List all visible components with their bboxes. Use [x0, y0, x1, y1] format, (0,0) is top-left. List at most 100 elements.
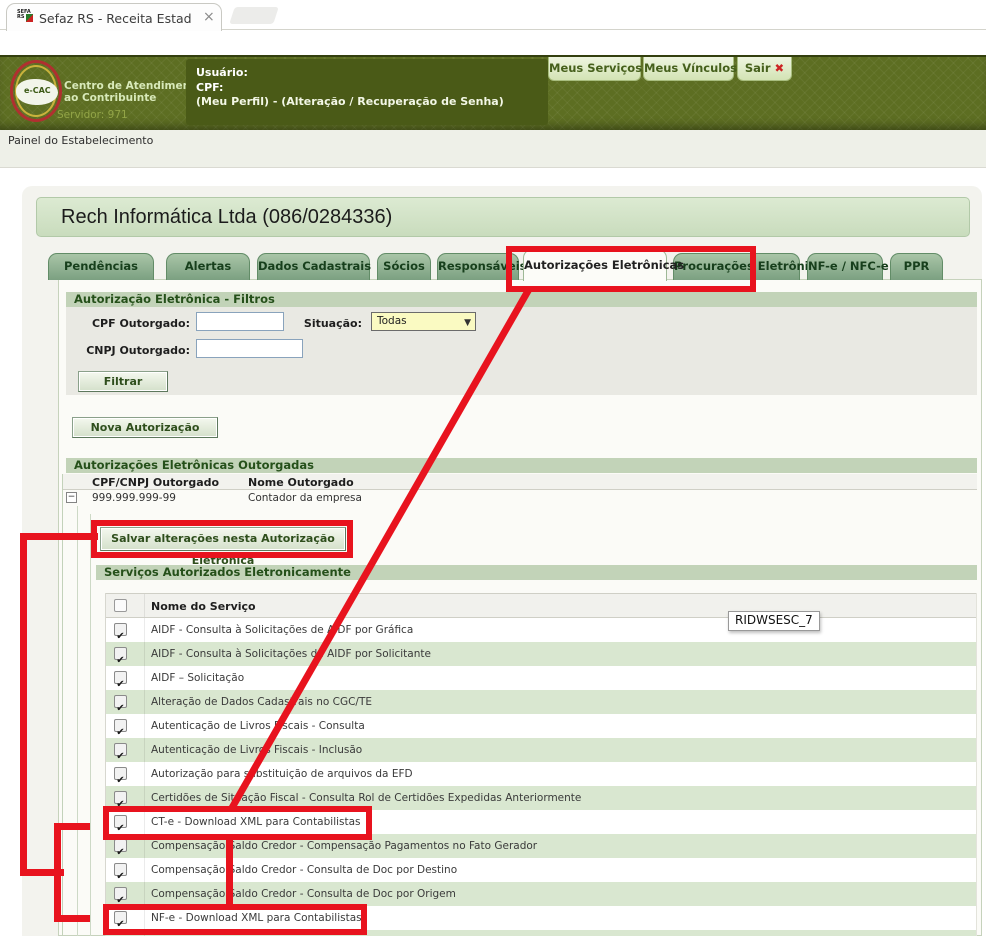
col-cpf-cnpj-outorgado: CPF/CNPJ Outorgado	[92, 476, 219, 489]
tab-socios[interactable]: Sócios	[377, 253, 431, 280]
tree-line	[90, 514, 91, 936]
tab-close-icon[interactable]: ×	[203, 9, 215, 25]
tree-line	[62, 474, 63, 936]
service-row: ✔ Autenticação de Livros Fiscais - Inclu…	[106, 738, 976, 762]
site-header: e-CAC Centro de Atendimento ao Contribui…	[0, 55, 986, 130]
servidor-label: Servidor: 971	[57, 109, 128, 121]
browser-urlbar: ← → ↻ ⌂ https://www.sefaz.rs.gov.br/Rece…	[0, 30, 986, 55]
col-nome-outorgado: Nome Outorgado	[248, 476, 354, 489]
service-row: ✔ NF-e - Download XML para Contabilistas	[106, 906, 976, 930]
tooltip: RIDWSESC_7	[728, 611, 820, 631]
check-icon: ✔	[116, 631, 124, 642]
service-checkbox[interactable]: ✔	[114, 815, 127, 828]
tab-dados-cadastrais[interactable]: Dados Cadastrais	[257, 253, 370, 280]
new-tab-button[interactable]	[229, 7, 279, 24]
check-icon: ✔	[116, 847, 124, 858]
service-row: ✔ AIDF - Consulta à Solicitações de AIDF…	[106, 642, 976, 666]
service-checkbox[interactable]: ✔	[114, 887, 127, 900]
service-checkbox[interactable]: ✔	[114, 647, 127, 660]
check-icon: ✔	[116, 895, 124, 906]
meus-vinculos-button[interactable]: Meus Vínculos	[643, 57, 734, 81]
service-row: ✔ AIDF – Solicitação	[106, 666, 976, 690]
tab-nfe-nfce[interactable]: NF-e / NFC-e	[807, 253, 883, 280]
browser-tabstrip: SEFA RS Sefaz RS - Receita Estadua ×	[0, 0, 986, 30]
service-row: ✔ CT-e - Download XML para Contabilistas	[106, 810, 976, 834]
servicos-table-header: Nome do Serviço	[106, 593, 976, 618]
service-checkbox[interactable]: ✔	[114, 911, 127, 924]
service-checkbox[interactable]: ✔	[114, 863, 127, 876]
tab-alertas[interactable]: Alertas	[166, 253, 250, 280]
breadcrumb-label: Painel do Estabelecimento	[8, 134, 153, 147]
breadcrumb: Painel do Estabelecimento	[0, 130, 986, 168]
check-icon: ✔	[116, 679, 124, 690]
service-row: ✔ Compensação Saldo Credor - Consulta de…	[106, 882, 976, 906]
check-icon: ✔	[116, 919, 124, 930]
usuario-label: Usuário:	[196, 66, 538, 81]
col-nome-do-servico: Nome do Serviço	[151, 594, 256, 619]
check-icon: ✔	[116, 727, 124, 738]
meus-servicos-button[interactable]: Meus Serviços	[548, 57, 641, 81]
outorgado-cpf-cell: 999.999.999-99	[92, 492, 176, 504]
check-icon: ✔	[116, 655, 124, 666]
situacao-select[interactable]: Todas ▼	[371, 312, 476, 331]
tab-autorizacoes-eletronicas[interactable]: Autorizações Eletrônicas	[523, 249, 667, 281]
sair-x-icon: ✖	[775, 61, 785, 75]
browser-tab-title: Sefaz RS - Receita Estadua	[39, 11, 191, 26]
service-row: ✔ Autenticação de Livros Fiscais - Consu…	[106, 714, 976, 738]
cnpj-outorgado-label: CNPJ Outorgado:	[60, 344, 190, 357]
service-row: ✔ Autorização para substituição de arqui…	[106, 762, 976, 786]
org-name-line2: ao Contribuinte	[64, 92, 156, 104]
servicos-table: Nome do Serviço ✔ AIDF - Consulta à Soli…	[105, 593, 977, 936]
service-checkbox[interactable]: ✔	[114, 695, 127, 708]
service-checkbox[interactable]: ✔	[114, 671, 127, 684]
check-icon: ✔	[116, 799, 124, 810]
perfil-links[interactable]: (Meu Perfil) - (Alteração / Recuperação …	[196, 95, 538, 110]
cpf-outorgado-input[interactable]	[196, 312, 284, 331]
user-info-panel: Usuário: CPF: (Meu Perfil) - (Alteração …	[186, 59, 548, 125]
salvar-alteracoes-button[interactable]: Salvar alterações nesta Autorização Elet…	[100, 527, 346, 551]
cpf-outorgado-label: CPF Outorgado:	[60, 317, 190, 330]
browser-tab[interactable]: SEFA RS Sefaz RS - Receita Estadua ×	[6, 3, 222, 31]
check-icon: ✔	[116, 871, 124, 882]
filtrar-button[interactable]: Filtrar	[78, 371, 168, 392]
service-checkbox[interactable]: ✔	[114, 839, 127, 852]
service-row: ✔ Certidões de Situação Fiscal - Consult…	[106, 786, 976, 810]
cnpj-outorgado-input[interactable]	[196, 339, 303, 358]
tab-pendencias[interactable]: Pendências	[48, 253, 154, 280]
service-row: ✔ Alteração de Dados Cadastrais no CGC/T…	[106, 690, 976, 714]
chevron-down-icon: ▼	[464, 315, 471, 332]
service-row-partial	[106, 930, 976, 936]
service-checkbox[interactable]: ✔	[114, 767, 127, 780]
ecac-logo-text: e-CAC	[24, 86, 51, 95]
collapse-row-icon[interactable]: −	[66, 492, 77, 503]
tab-responsaveis[interactable]: Responsáveis	[437, 253, 519, 280]
tree-line	[77, 506, 78, 936]
servicos-section-header: Serviços Autorizados Eletronicamente	[96, 565, 977, 580]
situacao-selected-value: Todas	[377, 315, 407, 327]
sefaz-favicon-icon: SEFA RS	[17, 10, 33, 26]
org-name-line1: Centro de Atendimento	[64, 80, 202, 92]
service-checkbox[interactable]: ✔	[114, 791, 127, 804]
check-icon: ✔	[116, 751, 124, 762]
service-checkbox[interactable]: ✔	[114, 743, 127, 756]
service-checkbox[interactable]: ✔	[114, 719, 127, 732]
service-row: ✔ Compensação Saldo Credor - Consulta de…	[106, 858, 976, 882]
outorgado-nome-cell: Contador da empresa	[248, 492, 362, 504]
sair-label: Sair	[745, 61, 771, 75]
tab-ppr[interactable]: PPR	[890, 253, 943, 280]
check-icon: ✔	[116, 775, 124, 786]
service-row: ✔ Compensação Saldo Credor - Compensação…	[106, 834, 976, 858]
cpf-label: CPF:	[196, 81, 538, 96]
browser-window: SEFA RS Sefaz RS - Receita Estadua × ← →…	[0, 0, 986, 936]
tab-procuracoes-eletronicas[interactable]: Procurações Eletrônicas	[673, 253, 800, 280]
outorgadas-section-header: Autorizações Eletrônicas Outorgadas	[66, 458, 977, 473]
sair-button[interactable]: Sair ✖	[737, 57, 792, 81]
select-all-checkbox[interactable]	[114, 599, 127, 612]
check-icon: ✔	[116, 703, 124, 714]
nova-autorizacao-button[interactable]: Nova Autorização	[72, 417, 218, 438]
service-row: ✔ AIDF - Consulta à Solicitações de AIDF…	[106, 618, 976, 642]
service-checkbox[interactable]: ✔	[114, 623, 127, 636]
page-title: Rech Informática Ltda (086/0284336)	[36, 197, 970, 237]
situacao-label: Situação:	[280, 317, 362, 330]
check-icon: ✔	[116, 823, 124, 834]
